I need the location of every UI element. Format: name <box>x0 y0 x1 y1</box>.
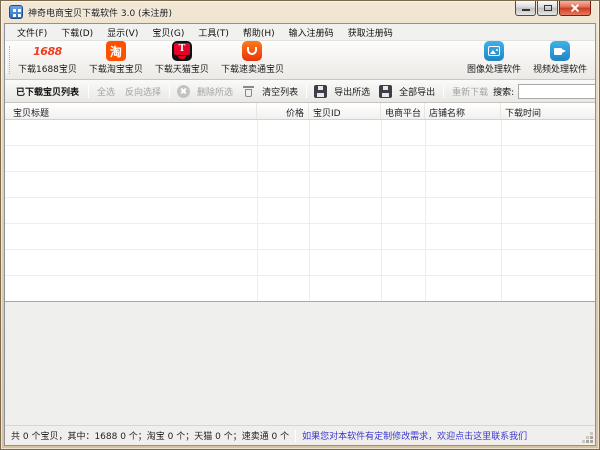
column-header-title[interactable]: 宝贝标题 <box>5 103 257 119</box>
1688-logo-icon: 1688 <box>37 41 57 61</box>
menu-item-product[interactable]: 宝贝(G) <box>145 24 191 41</box>
download-aliexpress-button[interactable]: 下载速卖通宝贝 <box>215 42 290 78</box>
app-window: 神奇电商宝贝下载软件 3.0 (未注册) 文件(F) 下载(D) 显示(V) 宝… <box>0 0 600 450</box>
redownload-button[interactable]: 重新下载 <box>447 82 493 101</box>
separator <box>295 430 296 442</box>
export-all-icon <box>379 85 392 98</box>
product-list[interactable] <box>5 120 595 302</box>
maximize-button[interactable] <box>537 1 558 16</box>
column-header-time[interactable]: 下载时间 <box>501 103 595 119</box>
column-header-price[interactable]: 价格 <box>257 103 309 119</box>
window-controls <box>514 1 591 16</box>
search-label: 搜索: <box>493 85 514 98</box>
client-area: 文件(F) 下载(D) 显示(V) 宝贝(G) 工具(T) 帮助(H) 输入注册… <box>4 23 596 446</box>
tmall-icon: T <box>172 41 192 61</box>
clear-list-icon <box>242 85 255 98</box>
select-all-button[interactable]: 全选 <box>92 82 120 101</box>
status-summary: 共 0 个宝贝，其中：1688 0 个；淘宝 0 个；天猫 0 个；速卖通 0 … <box>11 429 289 442</box>
taobao-icon: 淘 <box>106 41 126 61</box>
search-input[interactable] <box>518 84 596 99</box>
search-area: 搜索: <box>493 84 596 99</box>
menu-enter-regcode[interactable]: 输入注册码 <box>282 24 341 41</box>
video-software-button[interactable]: 视频处理软件 <box>527 42 593 78</box>
separator <box>306 84 307 98</box>
menu-view[interactable]: 显示(V) <box>100 24 145 41</box>
minimize-icon <box>522 9 530 11</box>
delete-selected-icon <box>177 85 190 98</box>
image-software-button[interactable]: 图像处理软件 <box>461 42 527 78</box>
invert-selection-button[interactable]: 反向选择 <box>120 82 166 101</box>
separator <box>443 84 444 98</box>
download-1688-label: 下载1688宝贝 <box>18 62 77 75</box>
empty-panel <box>5 302 595 425</box>
download-taobao-button[interactable]: 淘 下载淘宝宝贝 <box>83 42 149 78</box>
separator <box>88 84 89 98</box>
titlebar[interactable]: 神奇电商宝贝下载软件 3.0 (未注册) <box>1 1 599 23</box>
image-software-icon <box>484 41 504 61</box>
video-software-icon <box>550 41 570 61</box>
download-tmall-label: 下载天猫宝贝 <box>155 62 209 75</box>
resize-grip[interactable] <box>590 440 593 443</box>
export-all-button[interactable]: 全部导出 <box>394 82 440 101</box>
separator <box>169 84 170 98</box>
close-button[interactable] <box>559 1 591 16</box>
menu-tools[interactable]: 工具(T) <box>191 24 236 41</box>
menu-file[interactable]: 文件(F) <box>10 24 54 41</box>
menu-download[interactable]: 下载(D) <box>54 24 100 41</box>
window-title: 神奇电商宝贝下载软件 3.0 (未注册) <box>28 6 172 19</box>
menu-help[interactable]: 帮助(H) <box>236 24 282 41</box>
column-header-platform[interactable]: 电商平台 <box>381 103 425 119</box>
toolbar-grip <box>6 46 10 74</box>
delete-selected-button[interactable]: 删除所选 <box>192 82 238 101</box>
aliexpress-icon <box>242 41 262 61</box>
download-taobao-label: 下载淘宝宝贝 <box>89 62 143 75</box>
column-header-id[interactable]: 宝贝ID <box>309 103 381 119</box>
column-line <box>257 120 258 301</box>
export-selected-button[interactable]: 导出所选 <box>329 82 375 101</box>
maximize-icon <box>544 5 552 11</box>
export-selected-icon <box>314 85 327 98</box>
download-aliexpress-label: 下载速卖通宝贝 <box>221 62 284 75</box>
column-line <box>381 120 382 301</box>
column-header-shop[interactable]: 店铺名称 <box>425 103 501 119</box>
column-line <box>309 120 310 301</box>
app-icon <box>9 5 23 19</box>
contact-us-link[interactable]: 如果您对本软件有定制修改需求，欢迎点击这里联系我们 <box>302 429 527 442</box>
menubar: 文件(F) 下载(D) 显示(V) 宝贝(G) 工具(T) 帮助(H) 输入注册… <box>5 24 595 41</box>
column-line <box>425 120 426 301</box>
statusbar: 共 0 个宝贝，其中：1688 0 个；淘宝 0 个；天猫 0 个；速卖通 0 … <box>5 425 595 445</box>
main-toolbar: 1688 下载1688宝贝 淘 下载淘宝宝贝 T 下载天猫宝贝 下载速卖通宝贝 <box>5 41 595 80</box>
download-tmall-button[interactable]: T 下载天猫宝贝 <box>149 42 215 78</box>
download-1688-button[interactable]: 1688 下载1688宝贝 <box>12 42 83 78</box>
clear-list-button[interactable]: 清空列表 <box>257 82 303 101</box>
toolbar-spacer <box>290 42 461 78</box>
image-software-label: 图像处理软件 <box>467 62 521 75</box>
downloaded-list-title: 已下载宝贝列表 <box>16 85 79 98</box>
close-icon <box>570 3 580 13</box>
table-header: 宝贝标题 价格 宝贝ID 电商平台 店铺名称 下载时间 <box>5 103 595 120</box>
minimize-button[interactable] <box>515 1 536 16</box>
menu-get-regcode[interactable]: 获取注册码 <box>341 24 400 41</box>
video-software-label: 视频处理软件 <box>533 62 587 75</box>
column-line <box>501 120 502 301</box>
list-toolbar: 已下载宝贝列表 全选 反向选择 删除所选 清空列表 导出所选 全部导出 重新下载… <box>5 80 595 103</box>
